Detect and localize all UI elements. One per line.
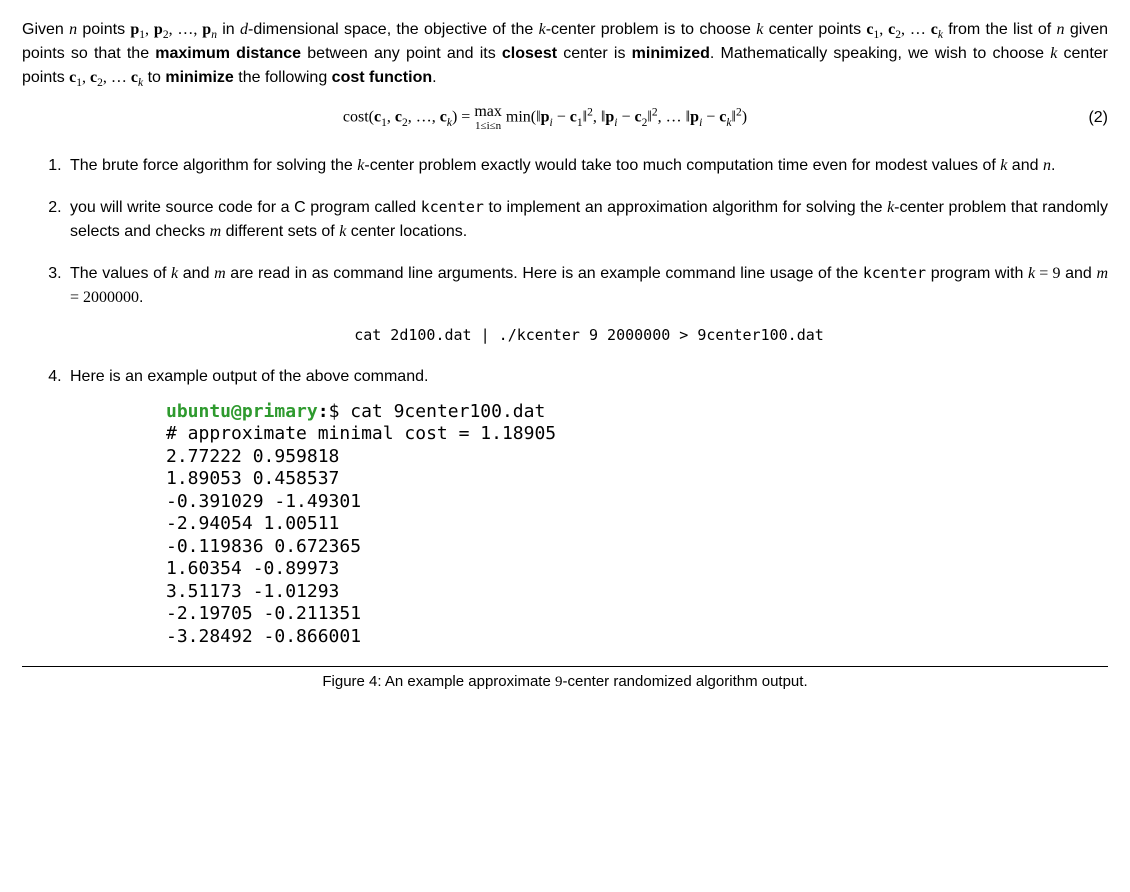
text: the following (234, 69, 332, 86)
terminal-line: -3.28492 -0.866001 (166, 626, 361, 647)
text: The values of (70, 265, 171, 282)
text: The brute force algorithm for solving th… (70, 157, 357, 174)
text: . (139, 289, 143, 306)
max-operator: max1≤i≤n (474, 104, 502, 132)
terminal-line: 2.77222 0.959818 (166, 446, 339, 467)
k-equals-9: k = 9 (1028, 265, 1061, 282)
prompt-colon: : (318, 401, 329, 422)
text: and (178, 265, 214, 282)
text: Figure 4: An example approximate (322, 673, 555, 690)
var-d: d (240, 21, 248, 38)
text: from the list of (943, 21, 1057, 38)
bold-minimize: minimize (165, 69, 233, 86)
text: to implement an approximation algorithm … (484, 199, 887, 216)
var-m: m (214, 265, 226, 282)
cost-equation: cost(c1, c2, …, ck) = max1≤i≤n min(‖pi −… (22, 104, 1108, 132)
text: -center randomized algorithm output. (562, 673, 807, 690)
center-list-2: c1, c2, … ck (69, 69, 143, 86)
terminal-line: # approximate minimal cost = 1.18905 (166, 423, 556, 444)
text: -dimensional space, the objective of the (248, 21, 539, 38)
text: different sets of (221, 223, 339, 240)
text: . Mathematically speaking, we wish to ch… (710, 45, 1050, 62)
ordered-list: The brute force algorithm for solving th… (22, 154, 1108, 648)
terminal-line: -2.94054 1.00511 (166, 513, 339, 534)
text: program with (926, 265, 1028, 282)
text: . (432, 69, 436, 86)
cost-label: cost (343, 109, 369, 126)
prompt-dollar: $ (329, 401, 351, 422)
text: between any point and its (301, 45, 502, 62)
terminal-output: ubuntu@primary:$ cat 9center100.dat # ap… (166, 401, 1108, 649)
figure-separator (22, 666, 1108, 667)
center-list: c1, c2, … ck (866, 21, 943, 38)
code-kcenter: kcenter (421, 198, 484, 216)
list-item-1: The brute force algorithm for solving th… (66, 154, 1108, 178)
text: in (217, 21, 240, 38)
point-list: p1, p2, …, pn (130, 21, 217, 38)
equation-number: (2) (1068, 106, 1108, 130)
text: . (1051, 157, 1055, 174)
max-text: max (474, 104, 502, 120)
terminal-line: 3.51173 -1.01293 (166, 581, 339, 602)
text: center locations. (346, 223, 467, 240)
terminal-line: -0.119836 0.672365 (166, 536, 361, 557)
intro-paragraph: Given n points p1, p2, …, pn in d-dimens… (22, 18, 1108, 90)
terminal-line: 1.60354 -0.89973 (166, 558, 339, 579)
terminal-line: -2.19705 -0.211351 (166, 603, 361, 624)
var-n: n (1057, 21, 1065, 38)
terminal-line: 1.89053 0.458537 (166, 468, 339, 489)
equals: = (457, 109, 474, 126)
text: and (1007, 157, 1043, 174)
text: points (77, 21, 130, 38)
code-kcenter: kcenter (863, 264, 926, 282)
command-line-example: cat 2d100.dat | ./kcenter 9 2000000 > 9c… (70, 324, 1108, 347)
bold-closest: closest (502, 45, 557, 62)
text: center points (763, 21, 866, 38)
figure-caption: Figure 4: An example approximate 9-cente… (22, 671, 1108, 694)
bold-cost-function: cost function (332, 69, 432, 86)
min-text: min (506, 109, 531, 126)
text: center is (557, 45, 632, 62)
equation-body: cost(c1, c2, …, ck) = max1≤i≤n min(‖pi −… (22, 104, 1068, 132)
terminal-line: -0.391029 -1.49301 (166, 491, 361, 512)
text: Given (22, 21, 69, 38)
text: -center problem is to choose (546, 21, 757, 38)
bold-max-distance: maximum distance (155, 45, 301, 62)
text: Here is an example output of the above c… (70, 368, 428, 385)
list-item-2: you will write source code for a C progr… (66, 196, 1108, 244)
text: you will write source code for a C progr… (70, 199, 421, 216)
var-k: k (539, 21, 546, 38)
list-item-3: The values of k and m are read in as com… (66, 262, 1108, 347)
text: are read in as command line arguments. H… (226, 265, 863, 282)
text: and (1061, 265, 1097, 282)
max-sub: 1≤i≤n (474, 121, 502, 132)
list-item-4: Here is an example output of the above c… (66, 365, 1108, 649)
text: -center problem exactly would take too m… (364, 157, 1000, 174)
prompt-user: ubuntu@primary (166, 401, 318, 422)
text: to (143, 69, 165, 86)
var-n: n (69, 21, 77, 38)
bold-minimized: minimized (632, 45, 710, 62)
var-n: n (1043, 157, 1051, 174)
terminal-command: cat 9center100.dat (350, 401, 545, 422)
var-m: m (210, 223, 222, 240)
